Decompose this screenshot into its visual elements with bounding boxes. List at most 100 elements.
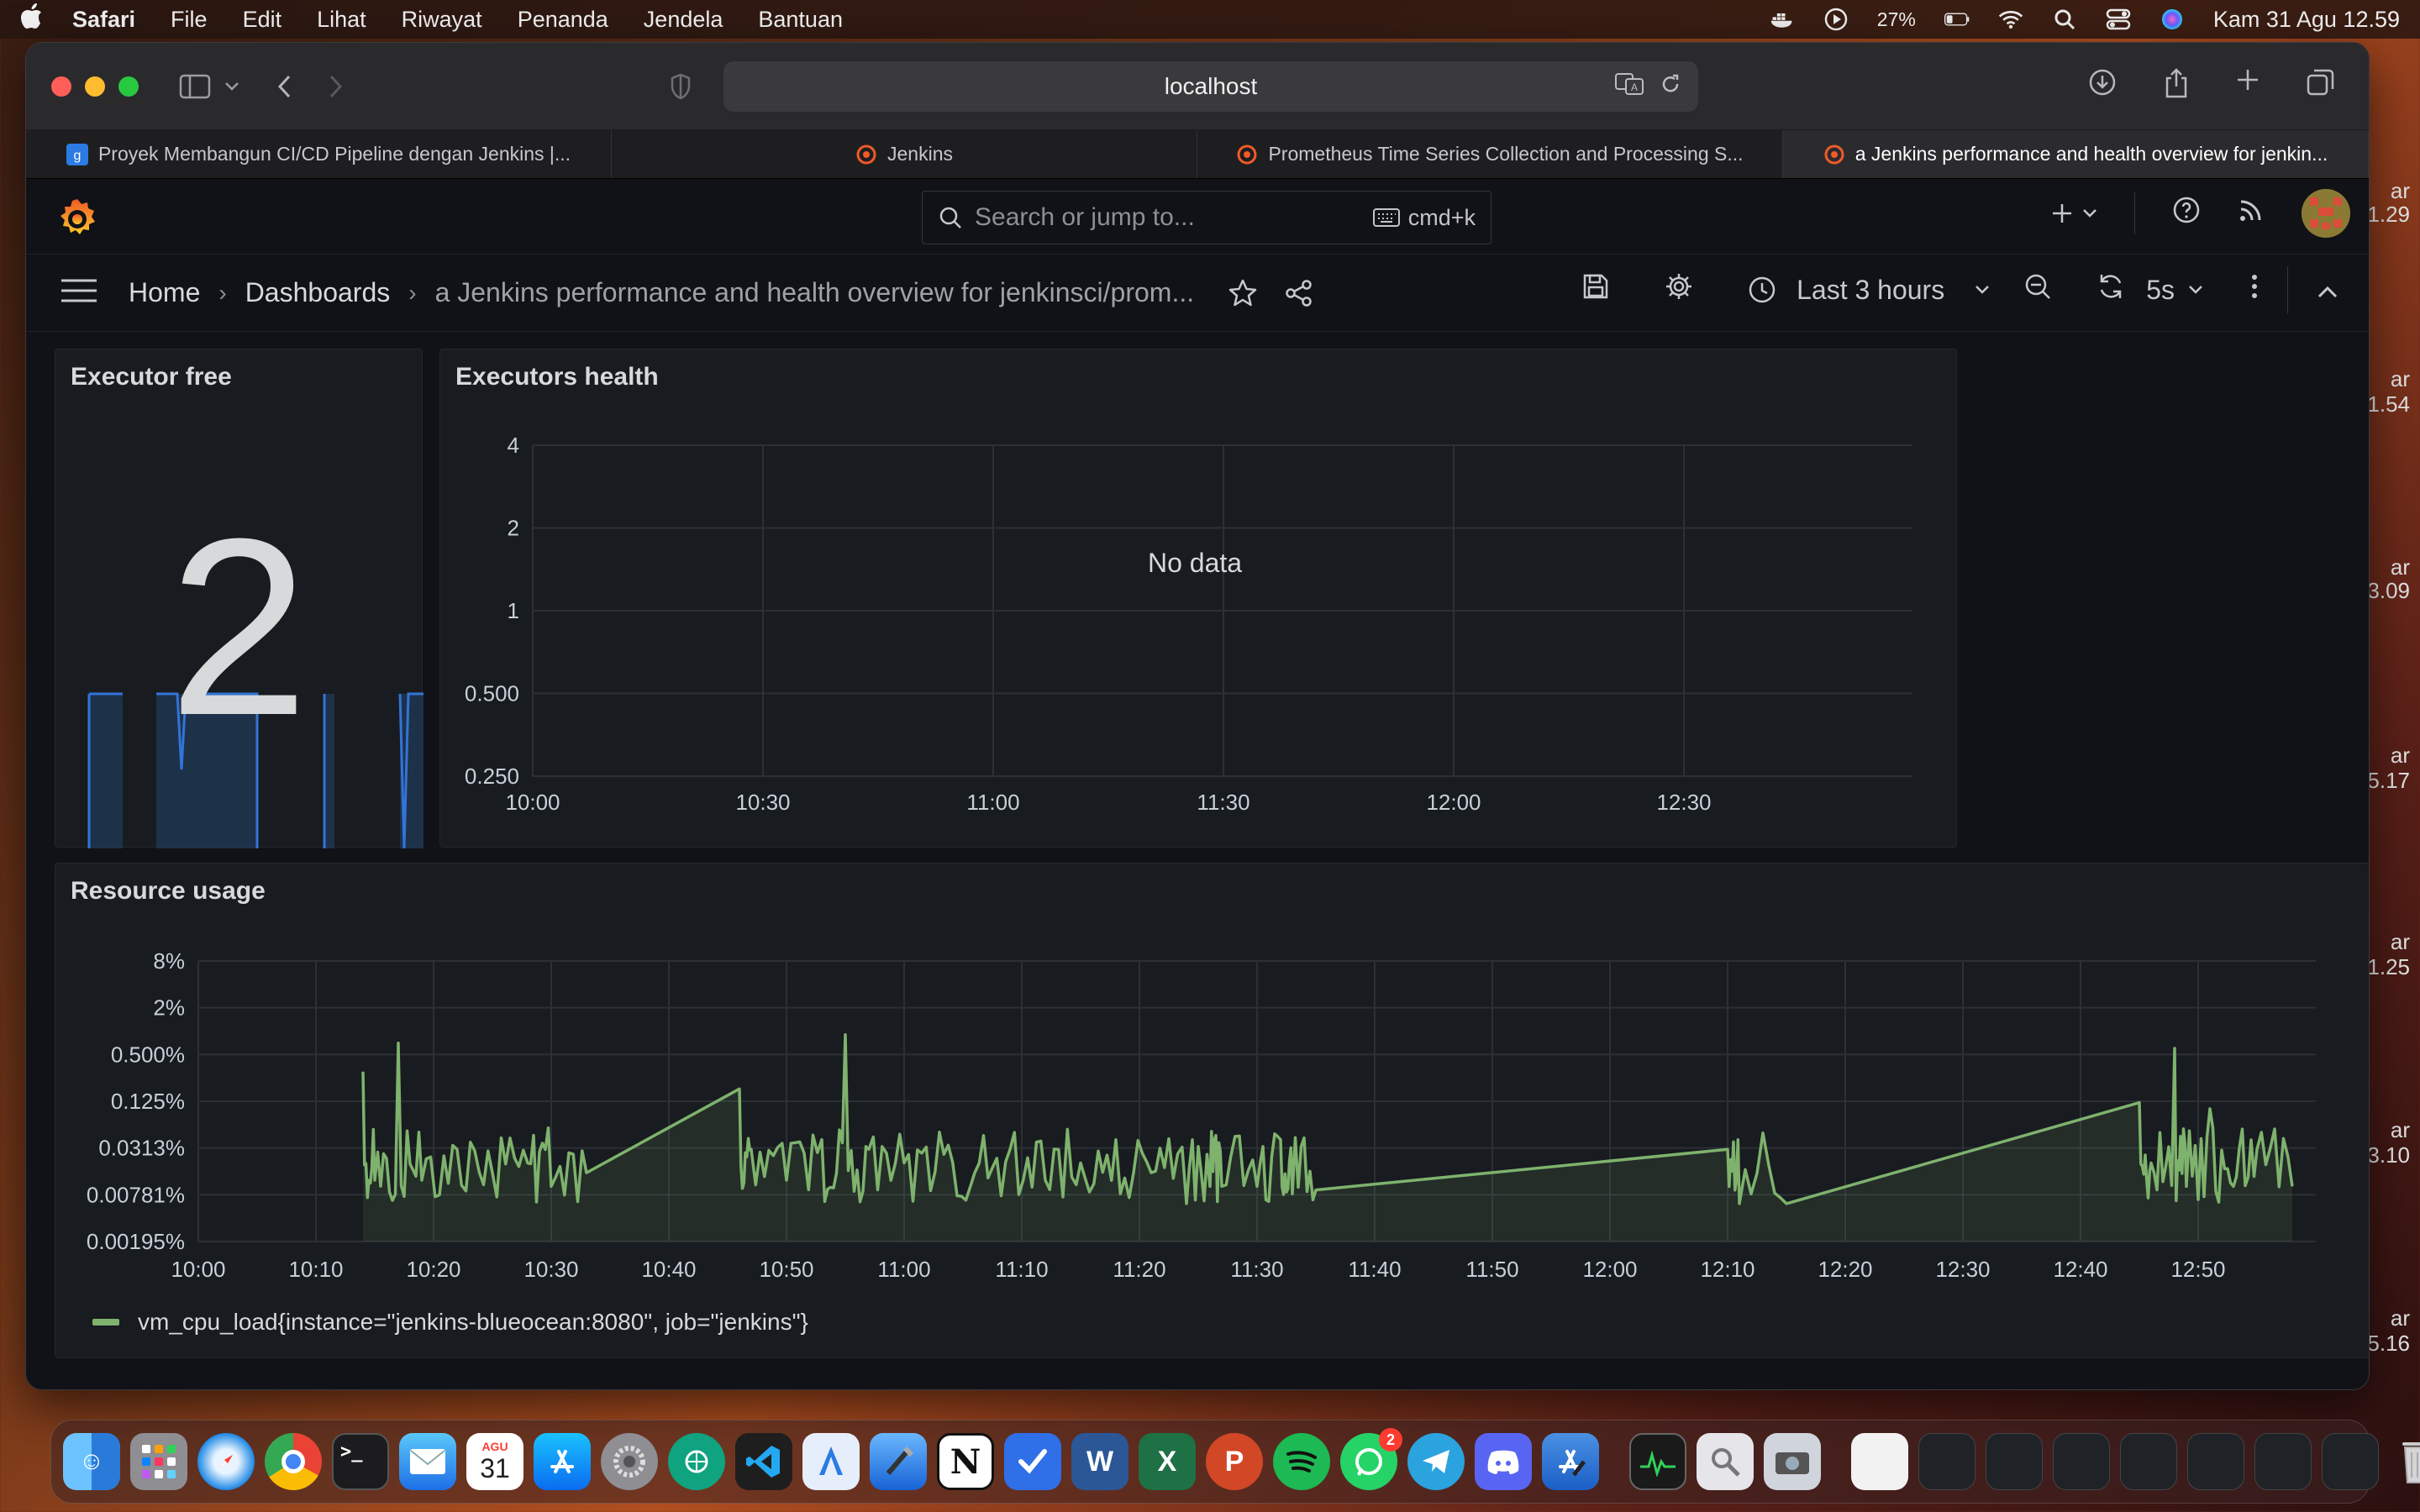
user-avatar[interactable] [2302,189,2350,238]
x-tick-label: 10:20 [406,1257,460,1282]
siri-icon[interactable] [2160,8,2185,30]
menu-icon[interactable] [60,277,98,308]
clock-datetime[interactable]: Kam 31 Agu 12.59 [2213,7,2400,33]
chart-legend[interactable]: vm_cpu_load{instance="jenkins-blueocean:… [92,1309,808,1336]
dock-screenshot-icon[interactable] [1764,1433,1821,1490]
new-menu-button[interactable] [2050,202,2097,225]
dock-telegram-icon[interactable] [1407,1433,1465,1490]
tab-jenkins[interactable]: Jenkins [612,130,1197,178]
wifi-icon[interactable] [1998,8,2023,30]
dock-trash-icon[interactable] [2389,1433,2420,1490]
save-icon[interactable] [1581,272,1610,307]
share-icon[interactable] [1285,279,1313,307]
play-circle-icon[interactable] [1823,8,1849,31]
menu-bookmarks[interactable]: Penanda [518,7,608,33]
tab-prometheus[interactable]: Prometheus Time Series Collection and Pr… [1197,130,1783,178]
back-icon[interactable] [276,74,292,99]
dock-chrome-icon[interactable] [265,1433,322,1490]
dock-xcode-icon[interactable] [870,1433,927,1490]
sidebar-toggle-icon[interactable] [179,74,211,99]
dock-system-settings-icon[interactable] [601,1433,658,1490]
dock-vscode-icon[interactable] [735,1433,792,1490]
new-tab-icon[interactable] [2236,68,2260,105]
tab-overview-icon[interactable] [2307,68,2335,105]
tab-proyek[interactable]: g Proyek Membangun CI/CD Pipeline dengan… [26,130,612,178]
news-feed-icon[interactable] [2238,197,2265,230]
search-input[interactable]: Search or jump to... cmd+k [922,191,1491,244]
menu-help[interactable]: Bantuan [758,7,843,33]
settings-gear-icon[interactable] [1664,271,1694,308]
star-icon[interactable] [1228,278,1258,308]
reload-icon[interactable] [1660,72,1681,102]
dock-calendar-icon[interactable]: AGU 31 [466,1433,523,1490]
tab-jenkins-dashboard[interactable]: a Jenkins performance and health overvie… [1783,130,2369,178]
translate-icon[interactable]: A [1614,72,1644,102]
dock-preview-icon[interactable] [1697,1433,1754,1490]
dock-instruments-icon[interactable] [802,1433,860,1490]
docker-icon[interactable] [1770,8,1795,30]
dock-recent-document-thumbnail[interactable] [1851,1433,1908,1490]
close-window-button[interactable] [51,76,71,97]
dock-discord-icon[interactable] [1475,1433,1532,1490]
dock-minimized-window-thumbnail[interactable] [1918,1433,1975,1490]
dock-whatsapp-icon[interactable]: 2 [1340,1428,1402,1490]
forward-icon[interactable] [329,74,344,99]
menu-history[interactable]: Riwayat [402,7,482,33]
address-bar[interactable]: localhost A [723,61,1698,112]
menu-view[interactable]: Lihat [317,7,366,33]
refresh-interval-picker[interactable]: 5s [2146,275,2203,306]
breadcrumb-home[interactable]: Home [129,277,200,308]
dock-mail-icon[interactable] [399,1433,456,1490]
divider [2287,266,2288,313]
executor-free-panel[interactable]: Executor free 2 [55,349,424,848]
dock-tasks-icon[interactable] [1004,1433,1061,1490]
dock-excel-icon[interactable]: X [1139,1433,1196,1490]
privacy-shield-icon[interactable] [670,73,692,100]
dock-minimized-window-thumbnail[interactable] [2322,1433,2379,1490]
resource-usage-panel[interactable]: Resource usage 8% 2% 0.500% 0.125% 0.0313% 0.… [55,863,2369,1358]
dock-minimized-window-thumbnail[interactable] [1986,1433,2043,1490]
menu-app-name[interactable]: Safari [72,7,135,33]
zoom-window-button[interactable] [118,76,139,97]
collapse-chevron-up-icon[interactable] [2317,275,2338,306]
menu-file[interactable]: File [171,7,208,33]
dock-activity-monitor-icon[interactable] [1629,1433,1686,1490]
dock-minimized-window-thumbnail[interactable] [2120,1433,2177,1490]
breadcrumb-dashboards[interactable]: Dashboards [245,277,391,308]
dock-spotify-icon[interactable] [1273,1433,1330,1490]
x-tick-label: 10:00 [505,790,560,815]
dock-chatgpt-icon[interactable] [668,1433,725,1490]
dock-notion-icon[interactable]: N [937,1433,994,1490]
chevron-down-icon[interactable] [224,81,239,92]
dock-minimized-window-thumbnail[interactable] [2254,1433,2312,1490]
menu-edit[interactable]: Edit [243,7,282,33]
dock-minimized-window-thumbnail[interactable] [2187,1433,2244,1490]
executors-health-panel[interactable]: Executors health 4 2 1 0.500 0.250 10:00 10:30… [439,349,1957,848]
dock-app-store-icon[interactable] [534,1433,591,1490]
x-tick-label: 12:20 [1818,1257,1872,1282]
time-range-picker[interactable]: Last 3 hours [1731,275,2007,306]
resource-usage-chart: 8% 2% 0.500% 0.125% 0.0313% 0.00781% 0.00195% 1… [87,948,2316,1282]
more-options-icon[interactable] [2250,272,2259,307]
grafana-logo-icon[interactable] [55,196,100,241]
share-icon[interactable] [2164,68,2189,105]
dock-minimized-window-thumbnail[interactable] [2053,1433,2110,1490]
dock-simulator-icon[interactable] [1542,1433,1599,1490]
help-icon[interactable] [2172,196,2201,231]
spotlight-search-icon[interactable] [2052,8,2077,30]
dock-powerpoint-icon[interactable]: P [1206,1433,1263,1490]
dock-safari-icon[interactable] [197,1433,255,1490]
menu-window[interactable]: Jendela [644,7,723,33]
dock-launchpad-icon[interactable] [130,1433,187,1490]
dock-finder-icon[interactable]: ☺ [63,1433,120,1490]
y-tick-label: 1 [508,598,519,623]
apple-menu-icon[interactable] [20,3,49,36]
dock-word-icon[interactable]: W [1071,1433,1128,1490]
dock-terminal-icon[interactable]: >_ [332,1433,389,1490]
control-center-icon[interactable] [2106,8,2131,30]
downloads-icon[interactable] [2088,68,2117,105]
zoom-out-icon[interactable] [2023,272,2052,307]
refresh-icon[interactable] [2096,271,2126,308]
minimize-window-button[interactable] [85,76,105,97]
battery-icon[interactable] [1944,8,1970,30]
